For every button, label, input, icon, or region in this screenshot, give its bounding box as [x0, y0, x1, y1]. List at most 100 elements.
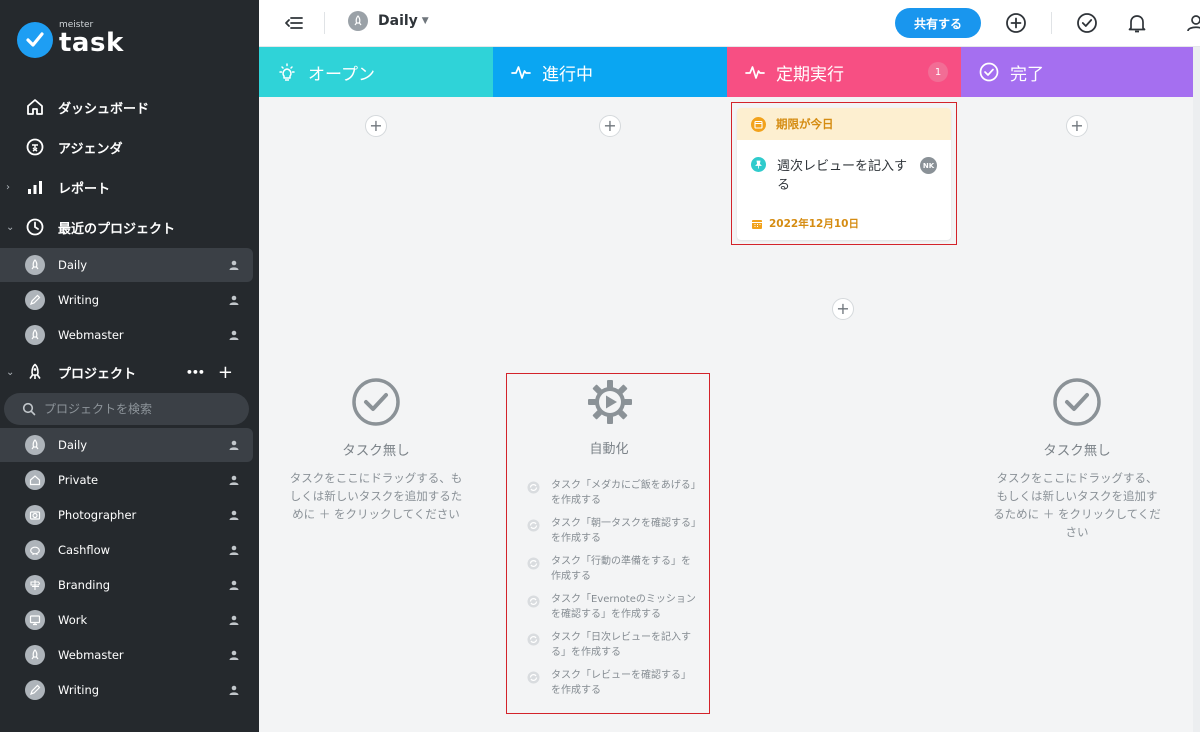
- nav-agenda[interactable]: アジェンダ: [0, 130, 259, 164]
- project-cashflow[interactable]: Cashflow: [0, 533, 253, 567]
- nav-projects[interactable]: ⌄ プロジェクト ••• +: [0, 355, 259, 389]
- header-divider: [1051, 12, 1052, 34]
- member-icon: [229, 260, 239, 270]
- add-task-button[interactable]: +: [365, 115, 387, 137]
- repeat-icon: [527, 595, 540, 608]
- member-icon: [229, 475, 239, 485]
- repeat-icon: [527, 557, 540, 570]
- chevron-down-icon[interactable]: ⌄: [6, 222, 14, 233]
- meistertask-logo[interactable]: meister task: [17, 20, 124, 58]
- automation-gear-icon[interactable]: [586, 378, 634, 426]
- column-header-done[interactable]: 完了: [961, 47, 1193, 97]
- automation-item[interactable]: タスク「朝一タスクを確認する」を作成する: [527, 516, 697, 546]
- project-name: Cashflow: [58, 543, 111, 557]
- project-switcher[interactable]: Daily ▼: [348, 11, 429, 31]
- project-name: Daily: [58, 438, 88, 452]
- automation-item-text: タスク「朝一タスクを確認する」を作成する: [551, 518, 696, 544]
- project-search-input[interactable]: [44, 402, 234, 416]
- repeat-icon: [527, 633, 540, 646]
- user-menu-icon[interactable]: [1185, 12, 1200, 34]
- add-circle-icon[interactable]: [1005, 12, 1027, 34]
- project-work[interactable]: Work: [0, 603, 253, 637]
- project-webmaster[interactable]: Webmaster: [0, 638, 253, 672]
- column-body: + タスク無し タスクをここにドラッグする、もしくは新しいタスクを追加するために…: [259, 97, 493, 732]
- member-icon: [229, 615, 239, 625]
- automation-item-text: タスク「メダカにご飯をあげる」を作成する: [551, 480, 696, 506]
- nav-recent-projects-label: 最近のプロジェクト: [58, 221, 176, 237]
- project-name: Private: [58, 473, 99, 487]
- share-button[interactable]: 共有する: [895, 8, 981, 38]
- task-due-date: 2022年12月10日: [751, 216, 859, 231]
- member-icon: [229, 545, 239, 555]
- due-today-banner: 期限が今日: [737, 108, 951, 140]
- add-task-button[interactable]: +: [599, 115, 621, 137]
- project-name: Webmaster: [58, 648, 124, 662]
- column-header-open[interactable]: オープン: [259, 47, 493, 97]
- chevron-down-icon[interactable]: ⌄: [6, 367, 14, 378]
- project-name: Writing: [58, 293, 100, 307]
- add-task-button[interactable]: +: [832, 298, 854, 320]
- project-writing[interactable]: Writing: [0, 673, 253, 707]
- rocket-icon: [25, 362, 45, 382]
- member-icon: [229, 510, 239, 520]
- sidebar: meister task ダッシュボード アジェンダ › レポート ⌄ 最近のプ…: [0, 0, 259, 732]
- automation-item[interactable]: タスク「メダカにご飯をあげる」を作成する: [527, 478, 697, 508]
- chevron-right-icon[interactable]: ›: [6, 182, 10, 193]
- column-header-in-progress[interactable]: 進行中: [493, 47, 727, 97]
- project-search: [4, 393, 249, 425]
- automation-item[interactable]: タスク「レビューを確認する」を作成する: [527, 668, 697, 698]
- project-name: Writing: [58, 683, 100, 697]
- empty-state: タスク無し タスクをここにドラッグする、もしくは新しいタスクを追加するために ＋…: [259, 377, 493, 523]
- add-task-button[interactable]: +: [1066, 115, 1088, 137]
- member-icon: [229, 685, 239, 695]
- clock-icon: [25, 217, 45, 237]
- more-options-button[interactable]: •••: [186, 366, 205, 379]
- assignee-avatar[interactable]: NK: [920, 157, 937, 174]
- nav-recent-projects[interactable]: ⌄ 最近のプロジェクト: [0, 210, 259, 244]
- rocket-icon: [348, 11, 368, 31]
- project-photographer[interactable]: Photographer: [0, 498, 253, 532]
- automation-item-text: タスク「日次レビューを記入する」を作成する: [551, 632, 691, 658]
- bell-icon[interactable]: [1126, 12, 1148, 34]
- add-project-button[interactable]: +: [218, 362, 233, 383]
- activity-icon: [745, 66, 765, 79]
- project-daily[interactable]: Daily: [0, 428, 253, 462]
- task-count-badge: 1: [928, 62, 948, 82]
- signpost-icon: [25, 575, 45, 595]
- house-icon: [25, 470, 45, 490]
- repeat-icon: [527, 519, 540, 532]
- automation-title: 自動化: [589, 442, 629, 457]
- check-circle-icon: [979, 62, 999, 82]
- column-open: オープン + タスク無し タスクをここにドラッグする、もしくは新しいタスクを追加…: [259, 47, 493, 732]
- automation-item[interactable]: タスク「行動の準備をする」を作成する: [527, 554, 697, 584]
- empty-check-icon: [352, 378, 400, 426]
- due-date-text: 2022年12月10日: [769, 218, 859, 230]
- project-branding[interactable]: Branding: [0, 568, 253, 602]
- project-private[interactable]: Private: [0, 463, 253, 497]
- header-divider: [324, 12, 325, 34]
- column-body: 期限が今日 週次レビューを記入する NK 2022年12月10日 +: [727, 97, 961, 732]
- nav-dashboard[interactable]: ダッシュボード: [0, 90, 259, 124]
- task-card[interactable]: 期限が今日 週次レビューを記入する NK 2022年12月10日: [737, 108, 951, 240]
- task-title: 週次レビューを記入する: [777, 159, 908, 193]
- board-scroll-edge: [1193, 47, 1200, 732]
- recent-project-writing[interactable]: Writing: [0, 283, 253, 317]
- nav-reports[interactable]: › レポート: [0, 170, 259, 204]
- check-circle-icon[interactable]: [1076, 12, 1098, 34]
- member-icon: [229, 440, 239, 450]
- top-bar: Daily ▼ 共有する: [259, 0, 1200, 47]
- pencil-icon: [25, 290, 45, 310]
- rocket-icon: [25, 645, 45, 665]
- collapse-sidebar-icon[interactable]: [283, 12, 305, 34]
- column-header-recurring[interactable]: 定期実行 1: [727, 47, 961, 97]
- nav-projects-label: プロジェクト: [58, 366, 137, 382]
- recent-project-daily[interactable]: Daily: [0, 248, 253, 282]
- due-label: 期限が今日: [776, 117, 834, 131]
- automation-item[interactable]: タスク「Evernoteのミッションを確認する」を作成する: [527, 592, 697, 622]
- automation-item[interactable]: タスク「日次レビューを記入する」を作成する: [527, 630, 697, 660]
- automation-item-text: タスク「レビューを確認する」を作成する: [551, 670, 691, 696]
- recent-project-webmaster[interactable]: Webmaster: [0, 318, 253, 352]
- rocket-icon: [25, 255, 45, 275]
- nav-agenda-label: アジェンダ: [58, 141, 123, 157]
- pencil-icon: [25, 680, 45, 700]
